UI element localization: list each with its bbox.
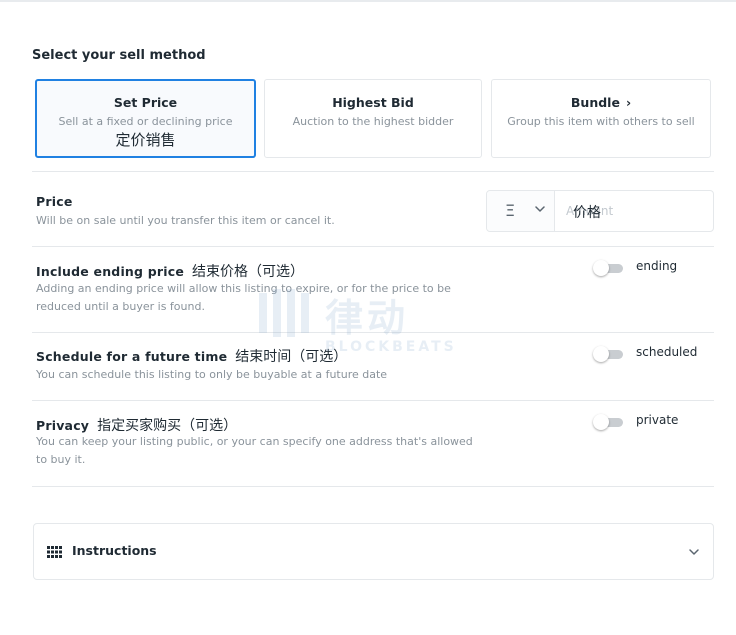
privacy-title-text: Privacy — [36, 418, 90, 433]
sell-method-options: Set Price Sell at a fixed or declining p… — [35, 79, 711, 159]
privacy-toggle[interactable] — [593, 414, 625, 430]
method-note: 定价销售 — [115, 131, 176, 149]
divider — [32, 171, 714, 172]
method-title-row: Bundle › — [492, 95, 710, 110]
privacy-toggle-label: private — [636, 413, 679, 427]
method-title: Bundle — [570, 95, 620, 110]
method-set-price[interactable]: Set Price Sell at a fixed or declining p… — [35, 79, 256, 158]
divider — [32, 486, 714, 487]
grid-icon — [47, 546, 62, 558]
method-title: Highest Bid — [332, 95, 414, 110]
ending-price-title: Include ending price 结束价格（可选） — [36, 261, 304, 281]
method-title: Set Price — [113, 95, 178, 110]
amount-input[interactable] — [556, 192, 712, 230]
chevron-down-icon — [535, 206, 545, 212]
divider — [32, 332, 714, 333]
ending-price-description: Adding an ending price will allow this l… — [36, 282, 451, 313]
toggle-knob — [593, 260, 609, 276]
price-input-group: Ξ 价格 — [486, 190, 714, 232]
instructions-label: Instructions — [72, 543, 157, 558]
method-highest-bid[interactable]: Highest Bid Auction to the highest bidde… — [264, 79, 482, 158]
privacy-description: You can keep your listing public, or you… — [36, 435, 473, 466]
toggle-knob — [593, 414, 609, 430]
schedule-title-text: Schedule for a future time — [36, 349, 228, 364]
divider — [32, 246, 714, 247]
method-description: Group this item with others to sell — [507, 115, 695, 128]
ending-price-title-text: Include ending price — [36, 264, 185, 279]
schedule-title: Schedule for a future time 结束时间（可选） — [36, 346, 347, 366]
instructions-panel[interactable]: Instructions — [33, 523, 714, 580]
divider — [32, 400, 714, 401]
price-description: Will be on sale until you transfer this … — [36, 214, 335, 227]
price-title: Price — [36, 194, 73, 209]
method-description: Sell at a fixed or declining price — [58, 115, 233, 128]
chevron-down-icon — [689, 549, 699, 555]
ethereum-icon: Ξ — [505, 201, 516, 220]
top-divider — [0, 0, 736, 2]
ending-price-title-note: 结束价格（可选） — [192, 264, 305, 280]
schedule-title-note: 结束时间（可选） — [235, 349, 348, 365]
currency-select[interactable]: Ξ — [487, 191, 555, 231]
schedule-description: You can schedule this listing to only be… — [36, 368, 388, 381]
privacy-title-note: 指定买家购买（可选） — [97, 418, 238, 434]
ending-price-toggle[interactable] — [593, 260, 625, 276]
sell-method-heading: Select your sell method — [32, 48, 206, 63]
privacy-title: Privacy 指定买家购买（可选） — [36, 415, 237, 435]
schedule-toggle[interactable] — [593, 346, 625, 362]
chevron-right-icon: › — [625, 95, 632, 110]
method-bundle[interactable]: Bundle › Group this item with others to s… — [491, 79, 711, 158]
schedule-toggle-label: scheduled — [636, 345, 698, 359]
toggle-knob — [593, 346, 609, 362]
method-description: Auction to the highest bidder — [292, 115, 454, 128]
ending-price-toggle-label: ending — [636, 259, 678, 273]
